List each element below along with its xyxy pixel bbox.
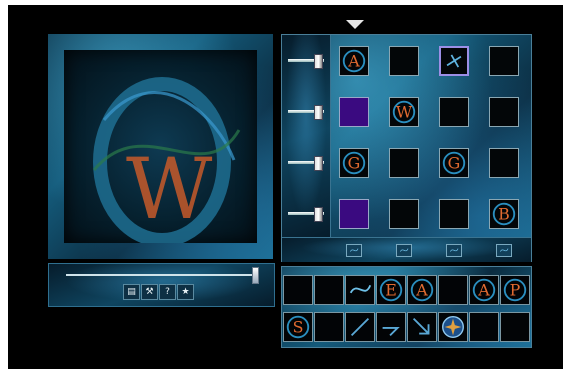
style-grid-panel: A W G G B	[281, 34, 532, 262]
style-cell[interactable]: G	[339, 148, 369, 178]
style-cell[interactable]	[389, 46, 419, 76]
style-cell[interactable]	[439, 199, 469, 229]
style-cell[interactable]	[439, 97, 469, 127]
row-slider-knob[interactable]	[314, 54, 323, 69]
strip-glyph-cell[interactable]: P	[500, 275, 530, 305]
style-cell[interactable]	[439, 46, 469, 76]
playback-panel: ▤ ⚒ ? ★	[48, 263, 275, 307]
style-cell[interactable]	[339, 97, 369, 127]
row-sliders	[282, 35, 331, 237]
star-icon[interactable]: ★	[177, 284, 194, 300]
svg-text:A: A	[477, 281, 490, 300]
strip-glyph-cell[interactable]: A	[407, 275, 437, 305]
row-slider-1[interactable]	[288, 54, 324, 69]
svg-text:W: W	[396, 103, 413, 122]
svg-text:A: A	[415, 281, 428, 300]
row-slider-3[interactable]	[288, 156, 324, 171]
strip-glyph-cell[interactable]	[469, 312, 499, 342]
strip-glyph-cell[interactable]	[283, 275, 313, 305]
strip-glyph-cell[interactable]	[500, 312, 530, 342]
strip-glyph-cell[interactable]: E	[376, 275, 406, 305]
strip-glyph-cell[interactable]: S	[283, 312, 313, 342]
row-slider-knob[interactable]	[314, 156, 323, 171]
style-cell[interactable]	[389, 148, 419, 178]
strip-glyph-cell[interactable]: A	[469, 275, 499, 305]
strip-glyph-cell[interactable]	[314, 312, 344, 342]
style-cell[interactable]: B	[489, 199, 519, 229]
row-slider-2[interactable]	[288, 105, 324, 120]
strip-glyph-cell[interactable]	[345, 275, 375, 305]
strip-glyph-cell[interactable]	[345, 312, 375, 342]
style-cell[interactable]	[489, 46, 519, 76]
style-cell[interactable]	[339, 199, 369, 229]
style-cell[interactable]: W	[389, 97, 419, 127]
app-window: W ▤ ⚒ ? ★ AWGGB EAAPS	[8, 5, 563, 369]
playback-slider-track[interactable]	[66, 274, 256, 276]
strip-glyph-cell[interactable]	[407, 312, 437, 342]
svg-text:G: G	[448, 154, 461, 173]
cell-action-icon[interactable]	[396, 244, 412, 257]
script-icon[interactable]: ▤	[123, 284, 140, 300]
row-slider-knob[interactable]	[314, 207, 323, 222]
style-cell[interactable]: A	[339, 46, 369, 76]
cell-action-icon[interactable]	[346, 244, 362, 257]
cell-action-icon[interactable]	[446, 244, 462, 257]
style-cell[interactable]	[489, 148, 519, 178]
cell-action-icon[interactable]	[496, 244, 512, 257]
svg-text:A: A	[347, 52, 360, 71]
row-slider-knob[interactable]	[314, 105, 323, 120]
collapse-arrow-icon[interactable]	[346, 20, 364, 29]
row-slider-4[interactable]	[288, 207, 324, 222]
svg-text:S: S	[293, 318, 304, 337]
strip-glyph-cell[interactable]	[376, 312, 406, 342]
preview-glyphs: W	[92, 77, 241, 243]
svg-text:P: P	[510, 281, 521, 300]
playback-slider-thumb[interactable]	[252, 267, 259, 284]
svg-text:B: B	[498, 205, 510, 224]
preview-canvas[interactable]: W	[64, 50, 257, 243]
glyph-strip-panel: EAAPS	[281, 266, 532, 348]
style-cell[interactable]	[389, 199, 419, 229]
style-cell[interactable]	[489, 97, 519, 127]
strip-glyph-cell[interactable]	[314, 275, 344, 305]
svg-text:G: G	[348, 154, 361, 173]
toolbar: ▤ ⚒ ? ★	[123, 284, 194, 300]
svg-text:E: E	[385, 281, 397, 300]
strip-glyph-cell[interactable]	[438, 312, 468, 342]
style-cell[interactable]: G	[439, 148, 469, 178]
strip-glyph-cell[interactable]	[438, 275, 468, 305]
preview-frame: W	[48, 34, 273, 259]
grid-footer	[282, 237, 531, 262]
hammer-icon[interactable]: ⚒	[141, 284, 158, 300]
help-icon[interactable]: ?	[159, 284, 176, 300]
